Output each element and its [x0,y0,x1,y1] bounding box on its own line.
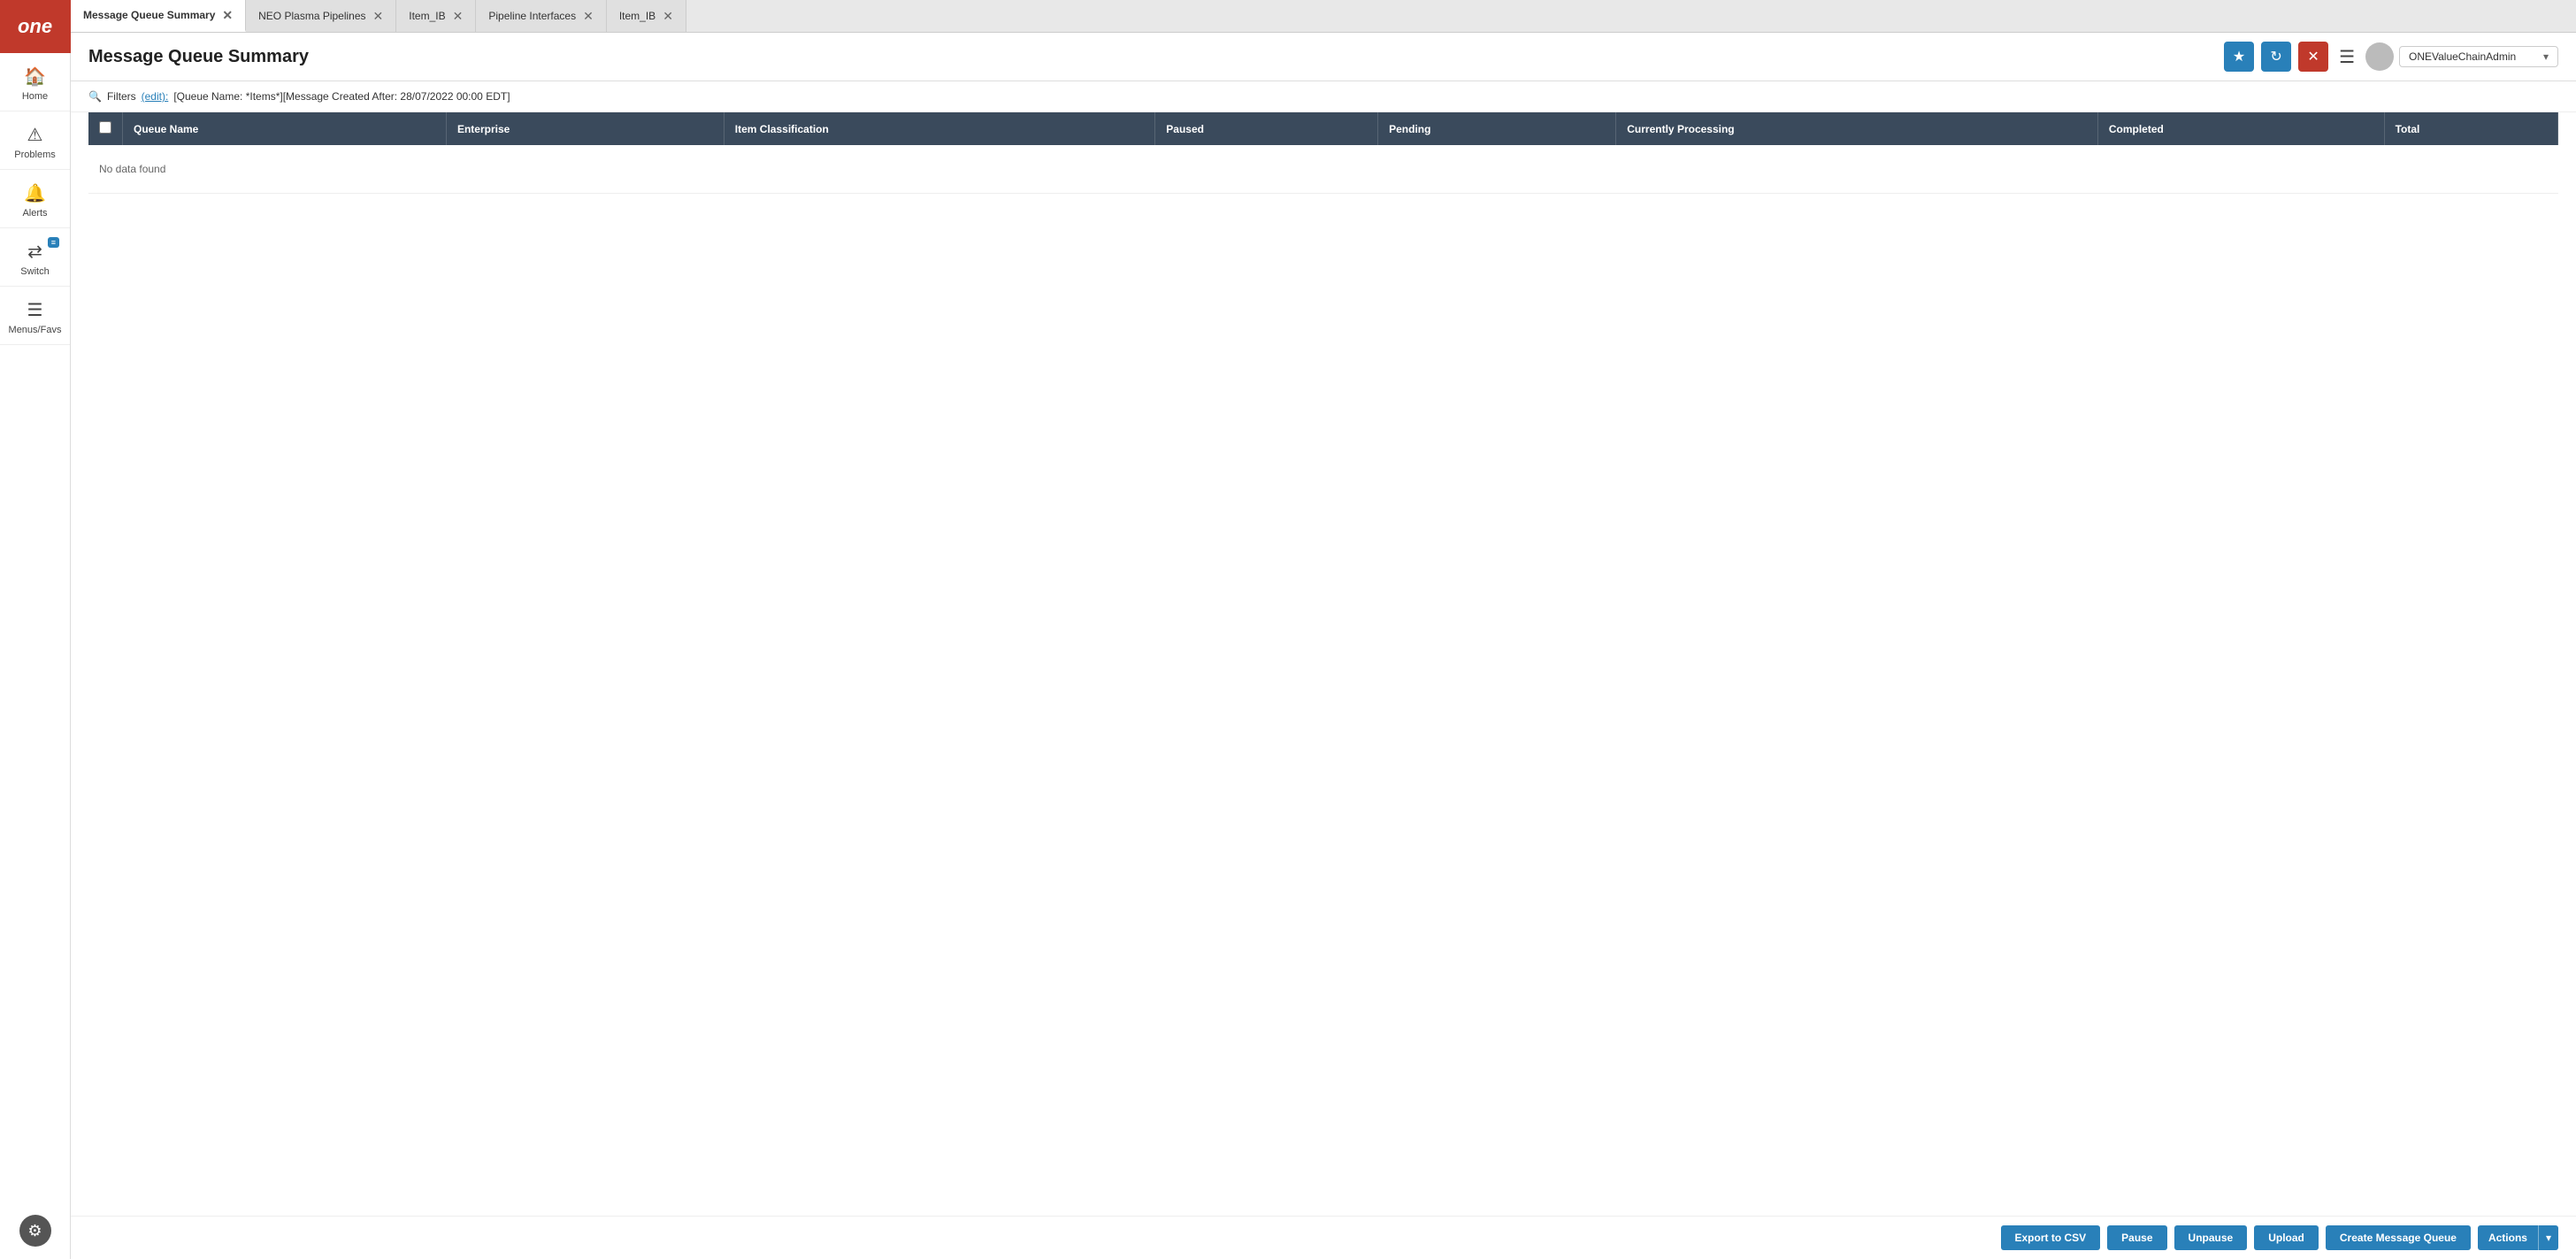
no-data-message: No data found [88,145,2558,194]
tab-pipeline-interfaces-label: Pipeline Interfaces [488,10,576,22]
tab-item-ib-1-close[interactable]: ✕ [453,10,464,22]
tab-pipeline-interfaces[interactable]: Pipeline Interfaces ✕ [476,0,606,32]
col-item-classification: Item Classification [724,112,1155,145]
filter-edit-link[interactable]: (edit): [142,90,169,103]
col-pending: Pending [1378,112,1616,145]
tab-neo-plasma-label: NEO Plasma Pipelines [258,10,365,22]
tab-item-ib-2-close[interactable]: ✕ [663,10,673,22]
tab-message-queue-label: Message Queue Summary [83,9,215,21]
tab-item-ib-2-label: Item_IB [619,10,656,22]
problems-icon: ⚠ [27,124,43,146]
close-page-button[interactable]: ✕ [2298,42,2328,72]
col-checkbox [88,112,123,145]
col-completed: Completed [2097,112,2384,145]
menus-favs-icon: ☰ [27,299,43,321]
sidebar-item-alerts[interactable]: 🔔 Alerts [0,170,70,228]
table-empty-row: No data found [88,145,2558,194]
menu-button[interactable]: ☰ [2335,46,2358,68]
tab-item-ib-1-label: Item_IB [409,10,445,22]
content-area: 🔍 Filters (edit): [Queue Name: *Items*][… [71,81,2576,1259]
switch-badge: ≡ [48,237,59,248]
select-all-checkbox[interactable] [99,121,111,134]
filter-text: [Queue Name: *Items*][Message Created Af… [173,90,510,103]
tab-neo-plasma-close[interactable]: ✕ [373,10,384,22]
export-csv-button[interactable]: Export to CSV [2001,1225,2101,1250]
user-dropdown[interactable]: ONEValueChainAdmin ▾ [2399,46,2558,67]
sidebar-item-problems[interactable]: ⚠ Problems [0,111,70,170]
actions-split-button: Actions ▾ [2478,1225,2558,1250]
sidebar-item-menus-favs[interactable]: ☰ Menus/Favs [0,287,70,345]
tab-message-queue-close[interactable]: ✕ [222,9,233,21]
switch-icon: ⇄ [27,241,42,263]
bottom-action-bar: Export to CSV Pause Unpause Upload Creat… [71,1216,2576,1259]
alerts-icon: 🔔 [24,182,46,204]
tab-bar: Message Queue Summary ✕ NEO Plasma Pipel… [71,0,2576,33]
col-total: Total [2384,112,2557,145]
sidebar-item-switch[interactable]: ⇄ ≡ Switch [0,228,70,287]
app-logo[interactable]: one [0,0,71,53]
settings-icon[interactable]: ⚙ [19,1215,51,1247]
sidebar-item-switch-label: Switch [20,266,49,277]
create-message-queue-button[interactable]: Create Message Queue [2326,1225,2471,1250]
message-queue-table: Queue Name Enterprise Item Classificatio… [88,112,2558,194]
table-container: Queue Name Enterprise Item Classificatio… [71,112,2576,1216]
user-section: ONEValueChainAdmin ▾ [2365,42,2558,71]
table-body: No data found [88,145,2558,194]
dropdown-arrow-icon: ▾ [2543,50,2549,63]
upload-button[interactable]: Upload [2254,1225,2319,1250]
table-header-row: Queue Name Enterprise Item Classificatio… [88,112,2558,145]
main-area: Message Queue Summary ✕ NEO Plasma Pipel… [71,0,2576,1259]
sidebar-item-problems-label: Problems [14,150,55,160]
actions-dropdown-arrow[interactable]: ▾ [2538,1225,2558,1250]
user-name: ONEValueChainAdmin [2409,50,2516,63]
unpause-button[interactable]: Unpause [2174,1225,2248,1250]
sidebar: one 🏠 Home ⚠ Problems 🔔 Alerts ⇄ ≡ Switc… [0,0,71,1259]
header-actions: ★ ↻ ✕ ☰ ONEValueChainAdmin ▾ [2224,42,2558,72]
tab-item-ib-1[interactable]: Item_IB ✕ [396,0,476,32]
tab-message-queue-summary[interactable]: Message Queue Summary ✕ [71,0,246,32]
filter-search-icon: 🔍 [88,90,102,103]
sidebar-item-home[interactable]: 🏠 Home [0,53,70,111]
page-title: Message Queue Summary [88,47,309,67]
user-avatar [2365,42,2394,71]
actions-button[interactable]: Actions [2478,1225,2538,1250]
tab-item-ib-2[interactable]: Item_IB ✕ [607,0,686,32]
star-button[interactable]: ★ [2224,42,2254,72]
home-icon: 🏠 [24,65,46,88]
sidebar-item-home-label: Home [22,91,48,102]
col-queue-name: Queue Name [123,112,447,145]
filter-bar: 🔍 Filters (edit): [Queue Name: *Items*][… [71,81,2576,112]
tab-neo-plasma-pipelines[interactable]: NEO Plasma Pipelines ✕ [246,0,396,32]
sidebar-item-menus-favs-label: Menus/Favs [9,325,62,335]
sidebar-bottom: ⚙ [0,1202,70,1259]
sidebar-nav: 🏠 Home ⚠ Problems 🔔 Alerts ⇄ ≡ Switch ☰ … [0,53,70,1202]
pause-button[interactable]: Pause [2107,1225,2166,1250]
header-bar: Message Queue Summary ★ ↻ ✕ ☰ ONEValueCh… [71,33,2576,81]
col-enterprise: Enterprise [446,112,724,145]
filters-label: Filters [107,90,136,103]
col-currently-processing: Currently Processing [1616,112,2098,145]
refresh-button[interactable]: ↻ [2261,42,2291,72]
sidebar-item-alerts-label: Alerts [22,208,47,219]
tab-pipeline-interfaces-close[interactable]: ✕ [583,10,594,22]
col-paused: Paused [1155,112,1378,145]
